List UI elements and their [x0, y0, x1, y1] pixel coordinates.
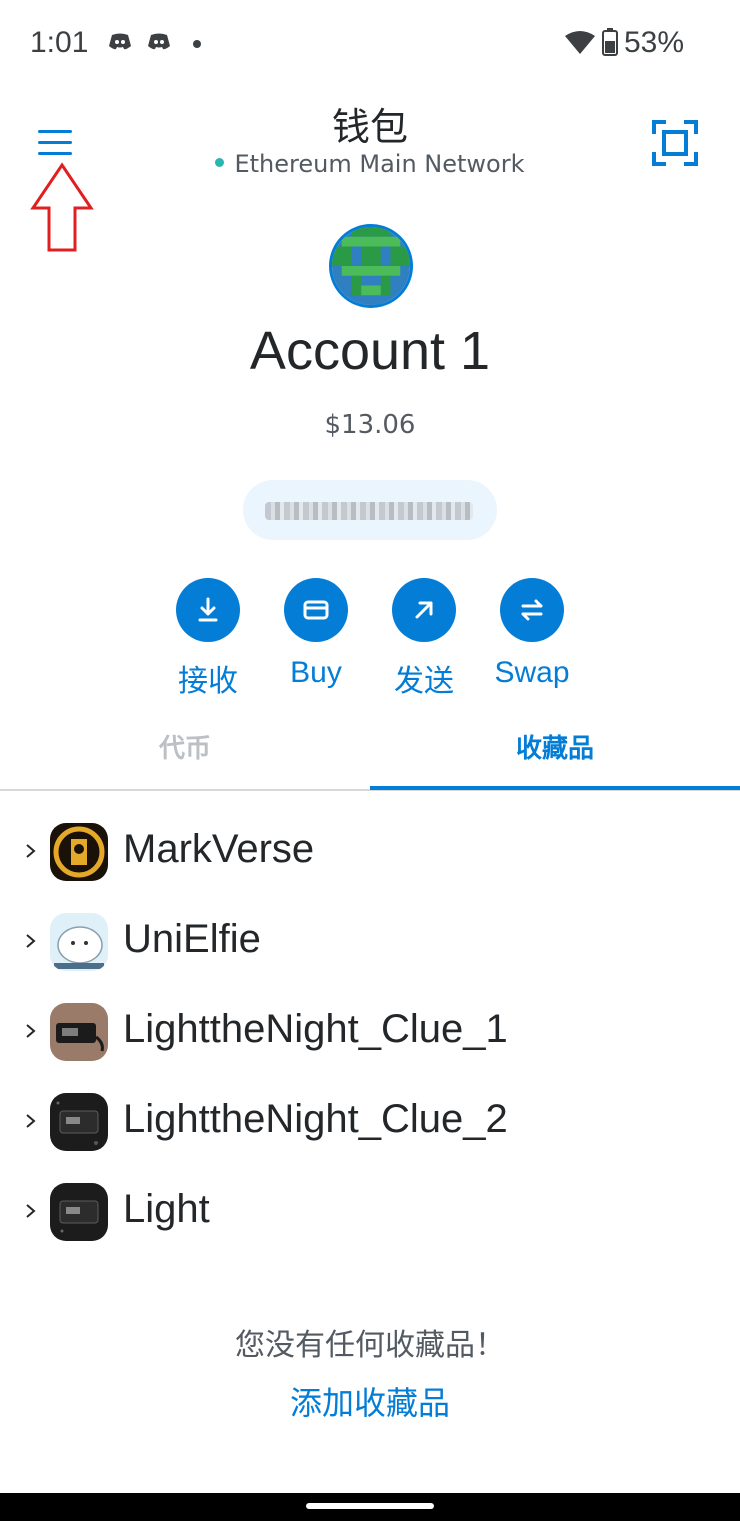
collection-thumbnail [50, 1093, 108, 1151]
collection-name: UniElfie [123, 917, 261, 961]
collection-name: LighttheNight_Clue_1 [123, 1007, 508, 1051]
collection-thumbnail [50, 1183, 108, 1241]
battery-percent: 53% [624, 26, 685, 59]
collection-name: MarkVerse [123, 827, 315, 871]
swap-icon [521, 599, 543, 621]
receive-button[interactable]: 接收 [158, 578, 258, 700]
page-title: 钱包 [331, 105, 408, 149]
network-name: Ethereum Main Network [234, 150, 525, 178]
identicon-icon [332, 227, 410, 305]
collection-thumbnail [50, 913, 108, 971]
collection-name: LighttheNight_Clue_2 [123, 1097, 508, 1141]
active-tab-indicator [370, 786, 740, 790]
tab-tokens[interactable]: 代币 [0, 728, 370, 765]
card-icon [303, 600, 329, 620]
obscured-address [265, 502, 473, 520]
arrow-up-right-icon [415, 601, 433, 619]
send-label: 发送 [394, 665, 454, 698]
receive-label: 接收 [178, 665, 238, 698]
collectible-row-lightthenight-clue-2[interactable]: LighttheNight_Clue_2 [0, 1087, 740, 1157]
add-collectibles-link[interactable]: 添加收藏品 [0, 1378, 740, 1424]
network-status-dot [215, 157, 225, 167]
battery-icon [602, 28, 618, 56]
chevron-right-icon [26, 1024, 36, 1038]
status-bar: 1:01 53% [0, 0, 740, 88]
send-button[interactable]: 发送 [374, 578, 474, 700]
account-address-pill[interactable] [243, 480, 497, 540]
account-avatar[interactable] [329, 224, 413, 308]
tab-collectibles[interactable]: 收藏品 [370, 728, 740, 765]
account-balance: $13.06 [324, 410, 416, 440]
chevron-right-icon [26, 934, 36, 948]
status-time: 1:01 [30, 26, 89, 59]
chevron-right-icon [26, 844, 36, 858]
collectible-row-unielfie[interactable]: UniElfie [0, 907, 740, 977]
swap-label: Swap [494, 656, 570, 689]
qr-scan-icon[interactable] [652, 120, 698, 166]
discord-icon [109, 33, 131, 50]
home-gesture-handle[interactable] [306, 1503, 434, 1509]
swap-button[interactable]: Swap [482, 578, 582, 690]
collection-name: Light [123, 1187, 210, 1231]
collectible-row-lightthenight-clue-1[interactable]: LighttheNight_Clue_1 [0, 997, 740, 1067]
account-name[interactable]: Account 1 [0, 320, 740, 382]
download-icon [198, 597, 218, 622]
collection-thumbnail [50, 823, 108, 881]
chevron-right-icon [26, 1204, 36, 1218]
empty-collectibles-message: 您没有任何收藏品！ [235, 1328, 505, 1363]
buy-label: Buy [290, 656, 342, 689]
chevron-right-icon [26, 1114, 36, 1128]
notification-dot-icon [193, 40, 201, 48]
wifi-icon [565, 31, 595, 54]
discord-icon [148, 33, 170, 50]
collectible-row-light[interactable]: Light [0, 1177, 740, 1247]
collectible-row-markverse[interactable]: MarkVerse [0, 817, 740, 887]
collection-thumbnail [50, 1003, 108, 1061]
network-selector[interactable]: Ethereum Main Network [0, 150, 740, 178]
buy-button[interactable]: Buy [266, 578, 366, 690]
